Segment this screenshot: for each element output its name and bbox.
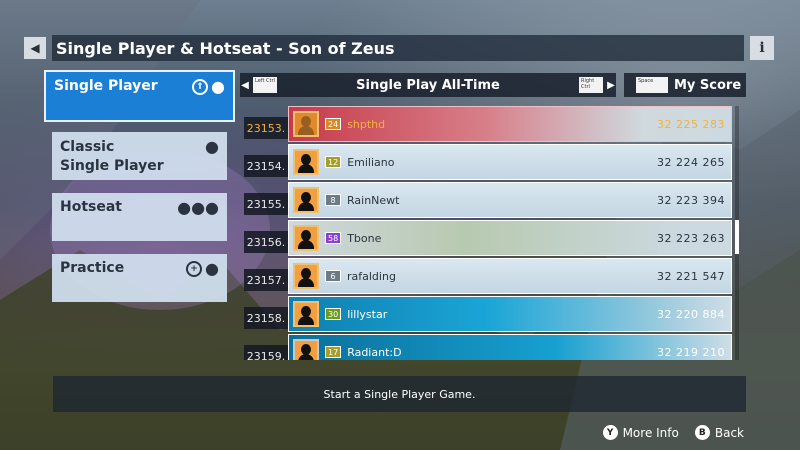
row-rank: 23153.	[244, 117, 288, 139]
row-content: 8 RainNewt 32 223 394	[288, 182, 732, 218]
single-person-icon: ●	[205, 259, 219, 278]
status-bar: Start a Single Player Game.	[53, 376, 746, 412]
row-content: 58 Tbone 32 223 263	[288, 220, 732, 256]
menu-item-icons: ⇑ ●	[192, 78, 225, 96]
row-rank: 23154.	[244, 155, 288, 177]
crosshair-icon: +	[186, 261, 203, 277]
player-name: Emiliano	[347, 155, 395, 169]
leaderboard-title: Single Play All-Time	[356, 77, 500, 93]
single-person-icon: ●	[211, 77, 225, 96]
page-title: Single Player & Hotseat - Son of Zeus	[52, 35, 744, 61]
menu-item-label: Classic Single Player	[60, 139, 164, 174]
menu-item-classic-single-player[interactable]: Classic Single Player ●	[52, 132, 227, 180]
leaderboard-scroll-thumb[interactable]	[735, 220, 739, 254]
player-avatar	[293, 301, 319, 327]
my-score-button[interactable]: Space My Score	[624, 73, 746, 97]
row-rank: 23158.	[244, 307, 288, 329]
player-name: RainNewt	[347, 193, 400, 207]
player-avatar	[293, 263, 319, 289]
level-badge: 12	[325, 156, 342, 168]
row-rank: 23159.	[244, 345, 288, 360]
controller-hints: Y More Info B Back	[602, 425, 744, 440]
row-content: 17 Radiant:D 32 219 210	[288, 334, 732, 360]
row-rank: 23156.	[244, 231, 288, 253]
player-name: Tbone	[347, 231, 382, 245]
right-ctrl-key: Right Ctrl	[579, 77, 603, 93]
menu-item-label: Hotseat	[60, 199, 122, 215]
player-avatar	[293, 225, 319, 251]
row-content: 6 rafalding 32 221 547	[288, 258, 732, 294]
my-score-label: My Score	[674, 77, 742, 93]
row-content: 30 lillystar 32 220 884	[288, 296, 732, 332]
b-button-icon: B	[694, 425, 710, 440]
level-badge: 6	[325, 270, 341, 282]
menu-item-icons: ●●●	[177, 199, 219, 217]
level-badge: 17	[325, 346, 342, 358]
leaderboard-header: ◀ Left Ctrl Single Play All-Time Right C…	[240, 73, 616, 97]
level-badge: 58	[325, 232, 342, 244]
menu-item-icons: ●	[205, 138, 219, 156]
table-row[interactable]: 23158. 30 lillystar 32 220 884	[244, 296, 732, 332]
player-avatar	[293, 187, 319, 213]
header: ◀ Single Player & Hotseat - Son of Zeus …	[24, 35, 776, 61]
table-row[interactable]: 23153. 24 shpthd 32 225 283	[244, 106, 732, 142]
player-score: 32 224 265	[657, 155, 725, 169]
level-badge: 30	[325, 308, 342, 320]
more-info-label: More Info	[622, 425, 679, 440]
player-name: lillystar	[347, 307, 388, 321]
row-rank: 23157.	[244, 269, 288, 291]
previous-board-arrow-icon[interactable]: ◀	[240, 80, 250, 91]
single-person-icon: ●	[205, 137, 219, 156]
player-score: 32 219 210	[657, 345, 725, 359]
info-icon[interactable]: i	[750, 36, 774, 60]
level-badge: 8	[325, 194, 341, 206]
player-avatar	[293, 339, 319, 360]
player-score: 32 223 394	[657, 193, 725, 207]
space-key: Space	[636, 77, 668, 93]
table-row[interactable]: 23155. 8 RainNewt 32 223 394	[244, 182, 732, 218]
menu-item-single-player[interactable]: Single Player ⇑ ●	[44, 70, 235, 122]
left-ctrl-key: Left Ctrl	[253, 77, 277, 93]
table-row[interactable]: 23154. 12 Emiliano 32 224 265	[244, 144, 732, 180]
row-content: 12 Emiliano 32 224 265	[288, 144, 732, 180]
multiple-people-icon: ●●●	[177, 198, 219, 217]
next-board-arrow-icon[interactable]: ▶	[606, 80, 616, 91]
player-name: shpthd	[347, 117, 386, 131]
leaderboard-list[interactable]: 23153. 24 shpthd 32 225 283 23154. 12 Em…	[244, 106, 732, 360]
player-name: rafalding	[347, 269, 396, 283]
menu-item-label: Practice	[60, 260, 125, 276]
ranking-arrows-icon: ⇑	[192, 79, 209, 95]
player-score: 32 225 283	[657, 117, 725, 131]
player-score: 32 221 547	[657, 269, 725, 283]
table-row[interactable]: 23159. 17 Radiant:D 32 219 210	[244, 334, 732, 360]
y-button-icon: Y	[602, 425, 618, 440]
more-info-hint[interactable]: Y More Info	[602, 425, 679, 440]
player-score: 32 223 263	[657, 231, 725, 245]
row-content: 24 shpthd 32 225 283	[288, 106, 732, 142]
player-avatar	[293, 149, 319, 175]
level-badge: 24	[325, 118, 342, 130]
table-row[interactable]: 23156. 58 Tbone 32 223 263	[244, 220, 732, 256]
back-arrow-icon[interactable]: ◀	[24, 37, 46, 59]
menu-item-icons: + ●	[186, 260, 219, 278]
player-avatar	[293, 111, 319, 137]
back-hint[interactable]: B Back	[694, 425, 744, 440]
player-score: 32 220 884	[657, 307, 725, 321]
status-text: Start a Single Player Game.	[323, 387, 476, 401]
table-row[interactable]: 23157. 6 rafalding 32 221 547	[244, 258, 732, 294]
menu-item-label: Single Player	[54, 78, 158, 94]
menu-item-hotseat[interactable]: Hotseat ●●●	[52, 193, 227, 241]
back-label: Back	[714, 425, 744, 440]
menu-item-practice[interactable]: Practice + ●	[52, 254, 227, 302]
player-name: Radiant:D	[347, 345, 402, 359]
row-rank: 23155.	[244, 193, 288, 215]
